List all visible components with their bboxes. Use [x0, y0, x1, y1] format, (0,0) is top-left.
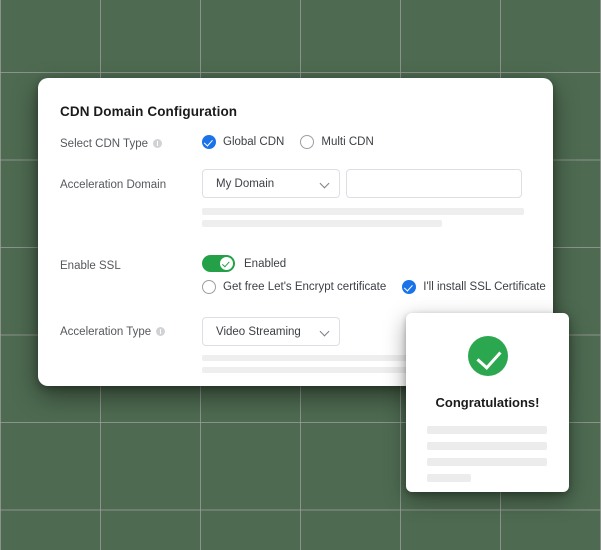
screen-root: CDN Domain Configuration Select CDN Type… — [0, 0, 601, 550]
radio-label-lets-encrypt: Get free Let's Encrypt certificate — [223, 281, 387, 293]
radio-icon-install-ssl[interactable] — [402, 280, 417, 294]
radio-option-global-cdn[interactable]: Global CDN — [202, 135, 284, 149]
toggle-knob-check-icon — [220, 257, 233, 270]
toggle-switch-ssl[interactable] — [202, 255, 235, 272]
label-acceleration-type-text: Acceleration Type — [60, 326, 152, 338]
radio-option-install-ssl[interactable]: I'll install SSL Certificate — [402, 280, 546, 294]
label-enable-ssl: Enable SSL — [60, 260, 121, 272]
toggle-enable-ssl[interactable]: Enabled — [202, 255, 286, 272]
select-acceleration-type-value: Video Streaming — [216, 325, 301, 338]
info-icon-cdn-type[interactable] — [153, 139, 162, 148]
congratulations-title: Congratulations! — [435, 395, 540, 410]
radio-label-install-ssl: I'll install SSL Certificate — [423, 281, 546, 293]
label-acceleration-domain: Acceleration Domain — [60, 179, 166, 191]
page-title: CDN Domain Configuration — [60, 104, 238, 119]
select-acceleration-domain[interactable]: My Domain — [202, 169, 340, 198]
congrats-skeleton-bar-4 — [427, 474, 471, 482]
chevron-down-icon-acceleration-domain[interactable] — [320, 179, 329, 188]
skeleton-bar-domain-1 — [202, 208, 524, 215]
info-icon-acceleration-type[interactable] — [156, 327, 166, 336]
label-select-cdn-type-text: Select CDN Type — [60, 138, 148, 150]
skeleton-bar-domain-2 — [202, 220, 442, 227]
radio-icon-multi-cdn[interactable] — [300, 135, 315, 149]
radio-icon-lets-encrypt[interactable] — [202, 280, 216, 294]
congratulations-card: Congratulations! — [406, 313, 569, 492]
radio-option-lets-encrypt[interactable]: Get free Let's Encrypt certificate — [202, 280, 386, 294]
congrats-skeleton-bar-1 — [427, 426, 547, 434]
select-acceleration-domain-value: My Domain — [216, 177, 275, 190]
radio-icon-global-cdn[interactable] — [202, 135, 216, 149]
chevron-down-icon-acceleration-type[interactable] — [320, 327, 329, 336]
select-acceleration-type[interactable]: Video Streaming — [202, 317, 340, 346]
radio-label-multi-cdn: Multi CDN — [321, 136, 374, 148]
radio-group-ssl-certificate: Get free Let's Encrypt certificate I'll … — [202, 280, 553, 294]
radio-label-global-cdn: Global CDN — [223, 136, 285, 148]
radio-group-cdn-type: Global CDN Multi CDN — [202, 135, 390, 149]
label-enable-ssl-text: Enable SSL — [60, 260, 121, 272]
congrats-skeleton-bar-2 — [427, 442, 547, 450]
toggle-state-label: Enabled — [244, 257, 287, 270]
check-circle-icon — [468, 336, 508, 376]
label-select-cdn-type: Select CDN Type — [60, 138, 162, 150]
input-acceleration-domain[interactable] — [346, 169, 522, 198]
label-acceleration-type: Acceleration Type — [60, 326, 166, 338]
radio-option-multi-cdn[interactable]: Multi CDN — [300, 135, 374, 149]
congrats-skeleton-bar-3 — [427, 458, 547, 466]
label-acceleration-domain-text: Acceleration Domain — [60, 179, 167, 191]
